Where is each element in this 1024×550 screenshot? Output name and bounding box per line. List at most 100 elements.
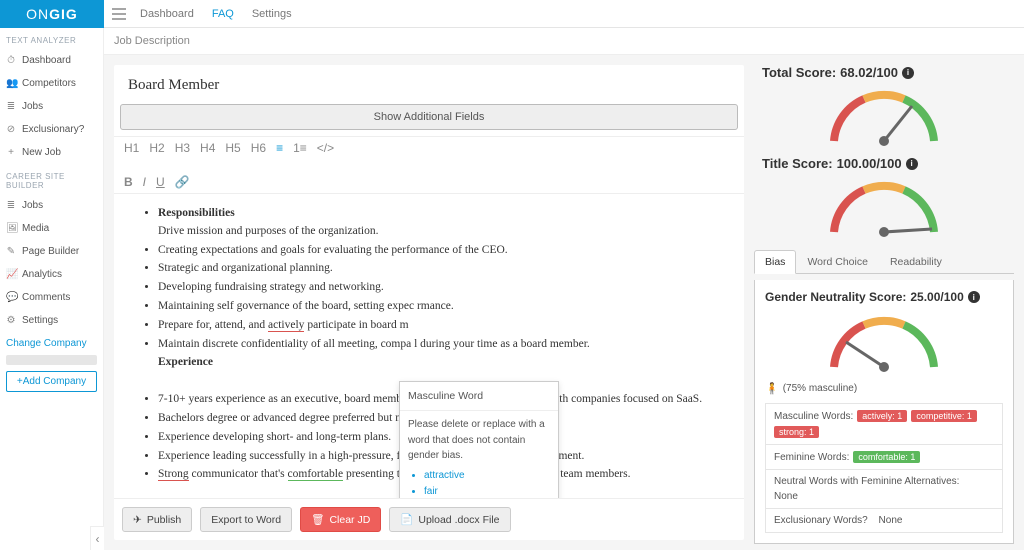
h2-button[interactable]: H2 [149, 141, 164, 155]
breadcrumb: Job Description [104, 28, 1024, 55]
neutral-words-label: Neutral Words with Feminine Alternatives… [774, 476, 959, 487]
comment-icon: 💬 [6, 292, 16, 303]
info-icon[interactable]: i [906, 158, 918, 170]
fem-words-label: Feminine Words: [774, 452, 849, 463]
sidebar-item-comments[interactable]: 💬 Comments [0, 286, 103, 309]
gender-neutrality-label: Gender Neutrality Score: [765, 290, 906, 304]
sidebar-item-label: Jobs [22, 101, 43, 112]
excl-words-value: None [879, 515, 903, 526]
sidebar-item-analytics[interactable]: 📈 Analytics [0, 263, 103, 286]
h4-button[interactable]: H4 [200, 141, 215, 155]
underline-button[interactable]: U [156, 175, 165, 189]
gender-neutrality-gauge [765, 312, 1003, 372]
flagged-word-strong[interactable]: Strong [158, 468, 189, 481]
sidebar-item-dashboard[interactable]: ⏱Dashboard [0, 49, 103, 72]
masc-words-label: Masculine Words: [774, 411, 853, 422]
sidebar-item-label: Comments [22, 292, 70, 303]
topbar: ONGIG Dashboard FAQ Settings [0, 0, 1024, 28]
sidebar-item-competitors[interactable]: 👥 Competitors [0, 72, 103, 95]
gear-icon: ⚙ [6, 315, 16, 326]
neutral-words-value: None [774, 491, 798, 502]
h6-button[interactable]: H6 [251, 141, 266, 155]
suggestion-item[interactable]: fair [424, 484, 550, 498]
person-icon: 🧍 [765, 382, 779, 395]
editor-body[interactable]: Responsibilities Drive mission and purpo… [114, 194, 744, 498]
sidebar-item-label: Competitors [22, 78, 76, 89]
word-table: Masculine Words: actively: 1 competitive… [765, 403, 1003, 533]
h1-button[interactable]: H1 [124, 141, 139, 155]
tab-bias[interactable]: Bias [754, 250, 796, 274]
sidebar-item-label: Analytics [22, 269, 62, 280]
link-button[interactable]: 🔗 [175, 175, 190, 189]
upload-docx-button[interactable]: 📄Upload .docx File [389, 507, 510, 532]
ol-button[interactable]: 1≡ [293, 141, 307, 155]
resp-bullet: Strategic and organizational planning. [158, 260, 724, 278]
ban-icon: ⊘ [6, 124, 16, 135]
company-name-redacted [6, 355, 97, 365]
clear-jd-button[interactable]: 🗑Clear JD [300, 507, 381, 532]
score-tabs: Bias Word Choice Readability [754, 249, 1014, 274]
sidebar: TEXT ANALYZER ⏱Dashboard 👥Competitors ≣J… [0, 28, 104, 550]
file-icon: 📄 [400, 513, 413, 526]
pencil-icon: ✎ [6, 246, 16, 257]
total-score-gauge [754, 86, 1014, 146]
sidebar-section-builder: CAREER SITE BUILDER [0, 164, 103, 194]
suggestion-item[interactable]: attractive [424, 468, 550, 484]
responsibilities-heading: Responsibilities [158, 207, 235, 219]
resp-lead: Drive mission and purposes of the organi… [158, 225, 378, 237]
export-word-button[interactable]: Export to Word [200, 507, 292, 532]
image-icon: 🖼 [6, 223, 16, 234]
h5-button[interactable]: H5 [225, 141, 240, 155]
masc-badge[interactable]: competitive: 1 [911, 410, 977, 422]
nav-faq[interactable]: FAQ [212, 8, 234, 20]
sidebar-item-label: Exclusionary? [22, 124, 84, 135]
ul-button[interactable]: ≡ [276, 141, 283, 155]
italic-button[interactable]: I [143, 175, 146, 189]
show-additional-fields-button[interactable]: Show Additional Fields [120, 104, 738, 130]
chart-icon: 📈 [6, 269, 16, 280]
bold-button[interactable]: B [124, 175, 133, 189]
users-icon: 👥 [6, 78, 16, 89]
sidebar-item-media[interactable]: 🖼 Media [0, 217, 103, 240]
info-icon[interactable]: i [968, 291, 980, 303]
fem-badge[interactable]: comfortable: 1 [853, 451, 920, 463]
sidebar-item-jobs[interactable]: ≣Jobs [0, 95, 103, 118]
editor-footer: ✈Publish Export to Word 🗑Clear JD 📄Uploa… [114, 498, 744, 540]
sidebar-item-page-builder[interactable]: ✎Page Builder [0, 240, 103, 263]
list-icon: ≣ [6, 200, 16, 211]
menu-toggle-icon[interactable] [104, 8, 134, 20]
add-company-button[interactable]: +Add Company [6, 371, 97, 392]
change-company-link[interactable]: Change Company [0, 332, 103, 355]
flagged-word-comfortable[interactable]: comfortable [288, 468, 344, 481]
sidebar-collapse-icon[interactable]: ‹ [90, 526, 104, 550]
sidebar-section-analyzer: TEXT ANALYZER [0, 28, 103, 49]
masc-badge[interactable]: actively: 1 [857, 410, 907, 422]
total-score-value: 68.02/100 [840, 65, 898, 80]
editor-toolbar: H1 H2 H3 H4 H5 H6 ≡ 1≡ </> B I U 🔗 [114, 136, 744, 194]
flagged-word-actively[interactable]: actively [268, 319, 304, 332]
sidebar-item-label: Media [22, 223, 49, 234]
info-icon[interactable]: i [902, 67, 914, 79]
resp-bullet: Creating expectations and goals for eval… [158, 242, 724, 260]
tooltip-heading: Masculine Word [400, 382, 558, 411]
sidebar-item-exclusionary[interactable]: ⊘ Exclusionary? [0, 118, 103, 141]
sidebar-item-new-job[interactable]: +New Job [0, 141, 103, 164]
nav-dashboard[interactable]: Dashboard [140, 8, 194, 20]
nav-settings[interactable]: Settings [252, 8, 292, 20]
title-score-label: Title Score: [762, 156, 833, 171]
resp-bullet: Prepare for, attend, and actively partic… [158, 317, 724, 335]
plus-icon: + [6, 147, 16, 158]
tab-word-choice[interactable]: Word Choice [796, 250, 879, 274]
code-button[interactable]: </> [317, 141, 334, 155]
gender-neutrality-value: 25.00/100 [910, 290, 963, 304]
h3-button[interactable]: H3 [175, 141, 190, 155]
publish-button[interactable]: ✈Publish [122, 507, 192, 532]
total-score-label: Total Score: [762, 65, 836, 80]
masc-badge[interactable]: strong: 1 [774, 426, 819, 438]
resp-bullet: Maintaining self governance of the board… [158, 298, 724, 316]
sidebar-item-label: Settings [22, 315, 58, 326]
sidebar-item-jobs2[interactable]: ≣Jobs [0, 194, 103, 217]
tab-readability[interactable]: Readability [879, 250, 953, 274]
sidebar-item-settings[interactable]: ⚙ Settings [0, 309, 103, 332]
title-score-gauge [754, 177, 1014, 237]
